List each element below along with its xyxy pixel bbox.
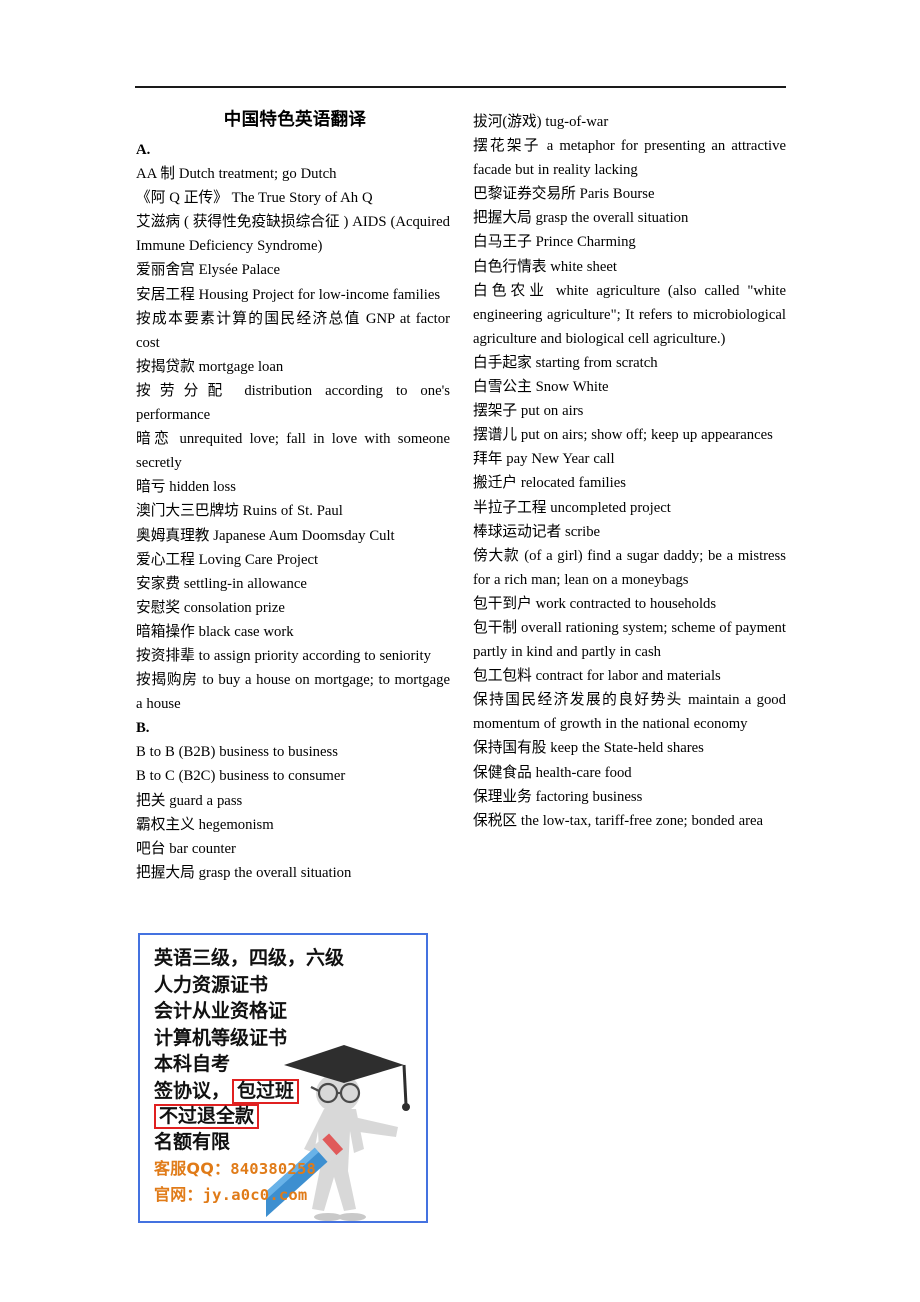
right-entry: 半拉子工程 uncompleted project — [473, 499, 671, 516]
right-entry: 白色行情表 white sheet — [473, 258, 617, 275]
left-entry: 按揭购房 to buy a house on mortgage; to mort… — [136, 672, 450, 713]
right-entry: 摆谱儿 put on airs; show off; keep up appea… — [473, 427, 773, 444]
ad-refund-badge: 不过退全款 — [154, 1104, 260, 1129]
ad-line-agreement: 签协议， 包过班 — [154, 1078, 419, 1105]
right-entry: 摆架子 put on airs — [473, 403, 584, 420]
right-entry: 包干制 overall rationing system; scheme of … — [473, 619, 786, 661]
ad-qq-label: 客服QQ： — [154, 1158, 231, 1178]
left-column: A. AA 制 Dutch treatment; go Dutch 《阿 Q 正传》… — [136, 138, 450, 885]
left-entry: 安慰奖 consolation prize — [136, 599, 285, 616]
left-entry: 按劳分配 distribution according to one's per… — [136, 382, 450, 424]
right-entry: 摆花架子 a metaphor for presenting an attrac… — [473, 138, 786, 179]
left-entry: 奥姆真理教 Japanese Aum Doomsday Cult — [136, 527, 395, 544]
right-entry: 包工包料 contract for labor and materials — [473, 668, 721, 685]
right-entry: 包干到户 work contracted to households — [473, 595, 717, 612]
ad-refund-row: 不过退全款 — [154, 1104, 419, 1129]
page-title: 中国特色英语翻译 — [223, 110, 367, 130]
left-entry: 爱心工程 Loving Care Project — [136, 551, 319, 568]
ad-agreement-prefix: 签协议， — [154, 1079, 231, 1102]
left-entry: 把关 guard a pass — [136, 792, 243, 809]
advertisement-text-block: 英语三级，四级，六级 人力资源证书 会计从业资格证 计算机等级证书 本科自考 签… — [154, 945, 419, 1208]
left-entry: B to C (B2C) business to consumer — [136, 768, 346, 785]
right-entry: 傍大款 (of a girl) find a sugar daddy; be a… — [473, 547, 786, 588]
right-entry: 保健食品 health-care food — [473, 764, 632, 781]
ad-line-0: 英语三级，四级，六级 — [154, 947, 345, 969]
right-entry: 巴黎证券交易所 Paris Bourse — [473, 186, 655, 203]
left-entry: 安家费 settling-in allowance — [136, 575, 307, 592]
left-entry: 艾滋病 ( 获得性免疫缺损综合征 ) AIDS (Acquired Immune… — [136, 214, 450, 255]
right-entry: 保持国有股 keep the State-held shares — [473, 740, 704, 757]
right-entry: 拔河(游戏) tug-of-war — [473, 114, 609, 130]
left-entry: 按资排辈 to assign priority according to sen… — [136, 647, 431, 664]
left-entry: 安居工程 Housing Project for low-income fami… — [136, 286, 441, 303]
document-page: 中国特色英语翻译 A. AA 制 Dutch treatment; go Dutc… — [0, 0, 920, 1302]
ad-line-2: 会计从业资格证 — [154, 1000, 288, 1022]
left-entry: 暗恋 unrequited love; fall in love with so… — [136, 431, 450, 472]
ad-agreement-badge: 包过班 — [232, 1078, 300, 1104]
right-entry: 把握大局 grasp the overall situation — [473, 210, 689, 227]
left-entry: 暗亏 hidden loss — [136, 479, 236, 496]
right-entry: 白马王子 Prince Charming — [473, 234, 636, 251]
ad-line-limited: 名额有限 — [154, 1131, 231, 1153]
ad-line-4: 本科自考 — [154, 1053, 231, 1075]
advertisement-box[interactable]: 英语三级，四级，六级 人力资源证书 会计从业资格证 计算机等级证书 本科自考 签… — [138, 933, 428, 1223]
left-entry: B to B (B2B) business to business — [136, 744, 338, 761]
ad-qq-value: 840380258 — [230, 1159, 317, 1178]
right-column: 拔河(游戏) tug-of-war 摆花架子 a metaphor for pre… — [473, 110, 786, 833]
left-entry: 霸权主义 hegemonism — [136, 816, 274, 833]
left-entry: 吧台 bar counter — [136, 840, 236, 857]
right-entry: 白色农业 white agriculture (also called "whi… — [473, 282, 786, 347]
right-entry: 保持国民经济发展的良好势头 maintain a good momentum o… — [473, 692, 786, 733]
ad-site-row[interactable]: 官网：jy.a0c0.com — [154, 1182, 419, 1208]
ad-line-3: 计算机等级证书 — [154, 1026, 288, 1049]
right-entry: 保理业务 factoring business — [473, 788, 643, 805]
left-entry: 爱丽舍宫 Elysée Palace — [136, 262, 280, 279]
ad-site-value: jy.a0c0.com — [202, 1185, 308, 1204]
left-entry: A. — [136, 142, 151, 158]
left-entry: AA 制 Dutch treatment; go Dutch — [136, 166, 337, 183]
right-entry: 搬迁户 relocated families — [473, 475, 626, 492]
header-rule — [135, 86, 786, 88]
right-entry: 白手起家 starting from scratch — [473, 354, 658, 371]
ad-site-label: 官网： — [154, 1184, 203, 1204]
left-entry: 按成本要素计算的国民经济总值 GNP at factor cost — [136, 310, 450, 351]
left-entry: 暗箱操作 black case work — [136, 623, 294, 640]
left-entry: 澳门大三巴牌坊 Ruins of St. Paul — [136, 503, 343, 520]
left-entry: B. — [136, 720, 150, 737]
ad-qq-row[interactable]: 客服QQ：840380258 — [154, 1156, 419, 1182]
left-entry: 《阿 Q 正传》 The True Story of Ah Q — [136, 190, 373, 207]
right-entry: 棒球运动记者 scribe — [473, 523, 601, 540]
right-entry: 保税区 the low-tax, tariff-free zone; bonde… — [473, 812, 764, 829]
right-entry: 白雪公主 Snow White — [473, 379, 609, 396]
left-entry: 把握大局 grasp the overall situation — [136, 864, 352, 881]
left-entry: 按揭贷款 mortgage loan — [136, 358, 284, 375]
ad-line-1: 人力资源证书 — [154, 973, 269, 996]
right-entry: 拜年 pay New Year call — [473, 451, 615, 468]
